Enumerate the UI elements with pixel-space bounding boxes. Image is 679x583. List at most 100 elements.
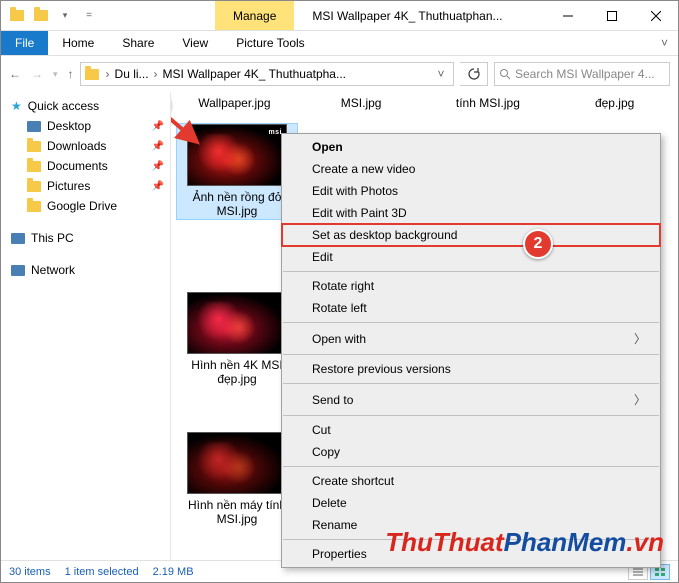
folder-small-icon [7,6,27,26]
cm-delete[interactable]: Delete [282,492,660,514]
chevron-right-icon[interactable]: › [103,67,113,81]
downloads-icon [27,141,41,152]
breadcrumb[interactable]: › Du li... › MSI Wallpaper 4K_ Thuthuatp… [80,62,454,86]
header-cell: Wallpaper.jpg [171,96,298,110]
file-label: Hình nền 4K MSI đẹp.jpg [177,358,297,387]
separator [283,383,659,384]
pin-icon: 📌 [152,181,164,192]
cm-open[interactable]: Open [282,136,660,158]
back-button[interactable]: ← [9,67,21,81]
sidebar-item-documents[interactable]: Documents 📌 [1,156,170,176]
sidebar-label: Quick access [28,99,99,113]
documents-icon [27,161,41,172]
window-title: MSI Wallpaper 4K_ Thuthuatphan... [294,9,546,23]
cm-open-with[interactable]: Open with〉 [282,326,660,351]
chevron-right-icon[interactable]: › [151,67,161,81]
qat-overflow-icon[interactable]: = [79,6,99,26]
manage-contextual-tab[interactable]: Manage [215,1,294,30]
cm-set-desktop-background[interactable]: Set as desktop background [282,224,660,246]
pin-icon: 📌 [152,141,164,152]
sidebar-label: Documents [47,159,108,173]
submenu-arrow-icon: 〉 [634,391,646,408]
maximize-button[interactable] [590,1,634,31]
header-cell: đẹp.jpg [551,96,678,110]
sidebar-label: Downloads [47,139,106,153]
search-placeholder: Search MSI Wallpaper 4... [515,67,655,81]
cm-edit-paint3d[interactable]: Edit with Paint 3D [282,202,660,224]
cm-rotate-right[interactable]: Rotate right [282,275,660,297]
separator [283,322,659,323]
context-menu: Open Create a new video Edit with Photos… [281,133,661,568]
separator [283,415,659,416]
sidebar-item-downloads[interactable]: Downloads 📌 [1,136,170,156]
annotation-badge-2: 2 [523,229,553,259]
cm-restore-versions[interactable]: Restore previous versions [282,358,660,380]
watermark: ThuThuatPhanMem.vn [385,527,664,558]
sidebar-this-pc[interactable]: This PC [1,228,170,248]
sidebar-item-desktop[interactable]: Desktop 📌 [1,116,170,136]
search-input[interactable]: Search MSI Wallpaper 4... [494,62,670,86]
file-label: Ảnh nền rồng đỏ MSI.jpg [177,190,297,219]
pictures-icon [27,181,41,192]
navigation-row: ← → ▾ ↑ › Du li... › MSI Wallpaper 4K_ T… [1,56,678,92]
network-icon [11,265,25,276]
cm-send-to[interactable]: Send to〉 [282,387,660,412]
star-icon: ★ [11,99,22,113]
folder-open-icon[interactable] [31,6,51,26]
cm-create-shortcut[interactable]: Create shortcut [282,470,660,492]
share-tab[interactable]: Share [108,31,168,55]
separator [283,354,659,355]
forward-button: → [31,67,43,81]
sidebar-label: Desktop [47,119,91,133]
titlebar: ▾ = Manage MSI Wallpaper 4K_ Thuthuatpha… [1,1,678,31]
ribbon: File Home Share View Picture Tools ˅ [1,31,678,56]
cm-copy[interactable]: Copy [282,441,660,463]
recent-dropdown-icon[interactable]: ▾ [53,69,58,80]
folder-icon [27,201,41,212]
sidebar-network[interactable]: Network [1,260,170,280]
header-row: Wallpaper.jpg MSI.jpg tính MSI.jpg đẹp.j… [171,92,678,120]
header-cell: tính MSI.jpg [425,96,552,110]
thumbnail [187,432,287,494]
desktop-icon [27,121,41,132]
sidebar-label: Pictures [47,179,90,193]
ribbon-expand-icon[interactable]: ˅ [661,36,678,50]
quick-access-toolbar: ▾ = [1,6,105,26]
sidebar-item-googledrive[interactable]: Google Drive [1,196,170,216]
close-button[interactable] [634,1,678,31]
cm-create-video[interactable]: Create a new video [282,158,660,180]
file-tab[interactable]: File [1,31,48,55]
separator [283,466,659,467]
file-item[interactable]: Hình nền 4K MSI đẹp.jpg [177,292,297,387]
annotation-arrow-icon [171,114,205,154]
breadcrumb-dropdown-icon[interactable]: ˅ [433,67,449,81]
cm-edit[interactable]: Edit [282,246,660,268]
pin-icon: 📌 [152,121,164,132]
qat-dropdown-icon[interactable]: ▾ [55,6,75,26]
breadcrumb-seg[interactable]: MSI Wallpaper 4K_ Thuthuatpha... [163,67,346,81]
minimize-button[interactable] [546,1,590,31]
status-item-count: 30 items [9,566,51,578]
picture-tools-tab[interactable]: Picture Tools [222,31,318,55]
sidebar: ★ Quick access Desktop 📌 Downloads 📌 Doc… [1,92,171,560]
view-tab[interactable]: View [168,31,222,55]
sidebar-label: Network [31,263,75,277]
pin-icon: 📌 [152,161,164,172]
home-tab[interactable]: Home [48,31,108,55]
thumbnail [187,292,287,354]
status-selection: 1 item selected [65,566,139,578]
sidebar-quick-access[interactable]: ★ Quick access [1,96,170,116]
thispc-icon [11,233,25,244]
cm-cut[interactable]: Cut [282,419,660,441]
sidebar-label: This PC [31,231,74,245]
cm-rotate-left[interactable]: Rotate left [282,297,660,319]
sidebar-label: Google Drive [47,199,117,213]
separator [283,271,659,272]
up-button[interactable]: ↑ [68,67,74,81]
file-item[interactable]: Hình nền máy tính MSI.jpg [177,432,297,527]
sidebar-item-pictures[interactable]: Pictures 📌 [1,176,170,196]
cm-edit-photos[interactable]: Edit with Photos [282,180,660,202]
submenu-arrow-icon: 〉 [634,330,646,347]
breadcrumb-seg[interactable]: Du li... [115,67,149,81]
refresh-button[interactable] [460,62,488,86]
